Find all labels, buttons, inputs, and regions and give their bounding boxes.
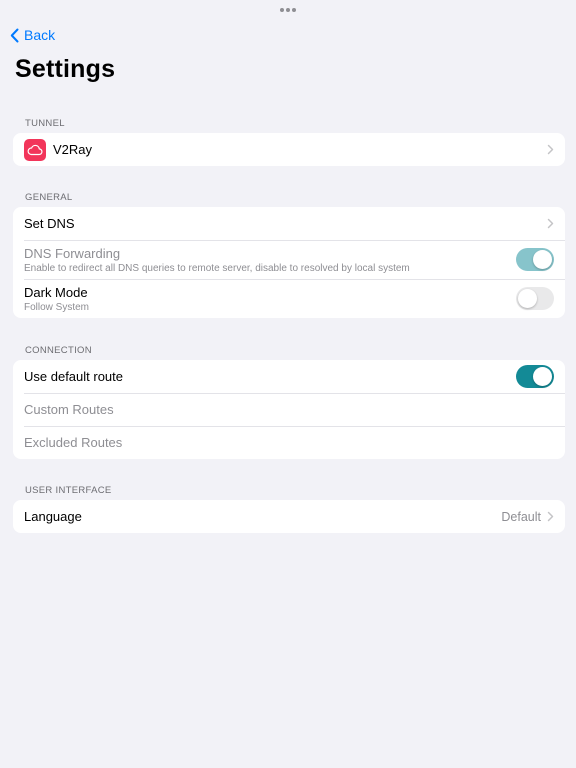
tunnel-label: V2Ray <box>53 142 93 157</box>
language-row[interactable]: Language Default <box>13 500 565 533</box>
back-button[interactable]: Back <box>10 25 55 45</box>
section-header-connection: CONNECTION <box>25 345 92 356</box>
toggle-knob <box>533 367 552 386</box>
use-default-route-row: Use default route <box>13 360 565 393</box>
cloud-icon <box>24 138 46 161</box>
tunnel-row-v2ray[interactable]: V2Ray <box>13 133 565 166</box>
dns-forwarding-subtitle: Enable to redirect all DNS queries to re… <box>24 262 410 274</box>
section-header-tunnel: TUNNEL <box>25 118 65 129</box>
multitasking-dots-icon[interactable] <box>0 8 576 14</box>
user-interface-card: Language Default <box>13 500 565 533</box>
chevron-right-icon <box>547 218 554 229</box>
page-title: Settings <box>15 55 116 83</box>
general-card: Set DNS DNS Forwarding Enable to redirec… <box>13 207 565 318</box>
dns-forwarding-label: DNS Forwarding <box>24 245 121 261</box>
toggle-knob <box>533 250 552 269</box>
toggle-knob <box>518 289 537 308</box>
dark-mode-subtitle: Follow System <box>24 301 90 313</box>
dns-forwarding-toggle[interactable] <box>516 248 554 271</box>
back-label: Back <box>24 27 56 43</box>
connection-card: Use default route Custom Routes Excluded… <box>13 360 565 459</box>
set-dns-label: Set DNS <box>24 216 75 231</box>
language-label: Language <box>24 509 82 524</box>
tunnel-card: V2Ray <box>13 133 565 166</box>
dark-mode-row: Dark Mode Follow System <box>13 279 565 318</box>
use-default-route-label: Use default route <box>24 369 124 384</box>
dot <box>286 8 290 12</box>
excluded-routes-row[interactable]: Excluded Routes <box>13 426 565 459</box>
chevron-right-icon <box>547 511 554 522</box>
language-value: Default <box>501 509 541 524</box>
section-header-general: GENERAL <box>25 192 73 203</box>
excluded-routes-label: Excluded Routes <box>24 435 123 450</box>
custom-routes-label: Custom Routes <box>24 402 114 417</box>
chevron-left-icon <box>10 28 19 42</box>
dark-mode-toggle[interactable] <box>516 287 554 310</box>
section-header-user-interface: USER INTERFACE <box>25 485 112 496</box>
custom-routes-row[interactable]: Custom Routes <box>13 393 565 426</box>
set-dns-row[interactable]: Set DNS <box>13 207 565 240</box>
dns-forwarding-row: DNS Forwarding Enable to redirect all DN… <box>13 240 565 279</box>
chevron-right-icon <box>547 144 554 155</box>
dot <box>280 8 284 12</box>
use-default-route-toggle[interactable] <box>516 365 554 388</box>
dark-mode-label: Dark Mode <box>24 284 88 300</box>
dot <box>292 8 296 12</box>
